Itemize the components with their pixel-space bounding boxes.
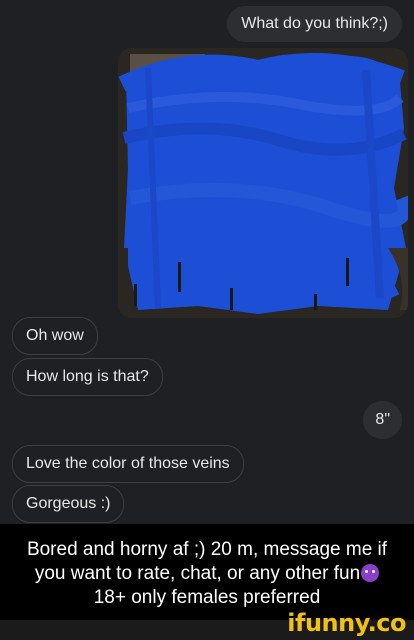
ifunny-watermark: ifunny.co <box>287 609 406 637</box>
received-message-how-long[interactable]: How long is that? <box>12 358 163 396</box>
sent-message-question[interactable]: What do you think?;) <box>227 6 402 42</box>
caption-line-2-text: you want to rate, chat, or any other fun <box>34 563 361 584</box>
censored-photo[interactable] <box>118 48 408 318</box>
meme-caption: Bored and horny af ;) 20 m, message me i… <box>0 524 414 620</box>
smiling-devil-emoji-icon <box>361 564 380 582</box>
caption-line-1: Bored and horny af ;) 20 m, message me i… <box>26 539 388 560</box>
received-message-love-color[interactable]: Love the color of those veins <box>12 445 244 483</box>
received-message-oh-wow[interactable]: Oh wow <box>12 317 98 355</box>
caption-line-2: you want to rate, chat, or any other fun <box>0 562 414 586</box>
blue-scribble-icon <box>118 48 408 318</box>
sent-message-answer[interactable]: 8" <box>363 401 402 439</box>
chat-thread: What do you think?;) Oh wow How long is … <box>0 0 414 524</box>
caption-line-3: 18+ only females preferred <box>93 587 321 608</box>
received-message-gorgeous[interactable]: Gorgeous :) <box>12 485 125 523</box>
